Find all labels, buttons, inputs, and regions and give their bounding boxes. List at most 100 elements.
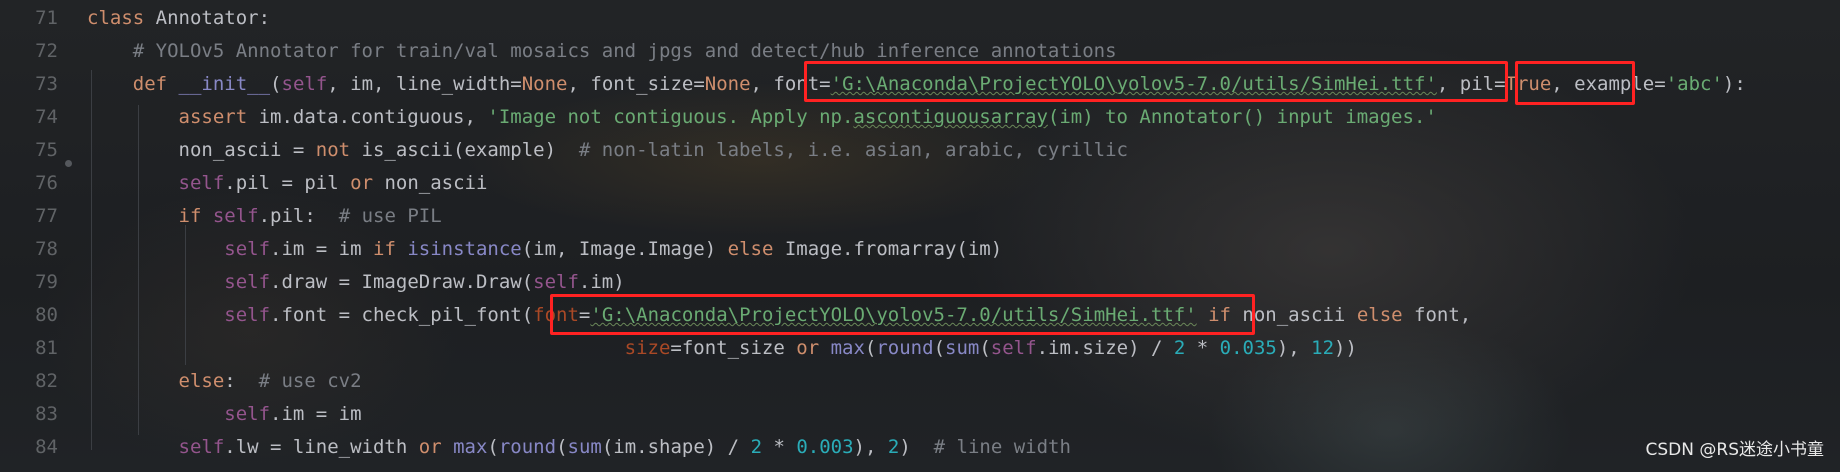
code-token: ( bbox=[556, 436, 568, 458]
code-line[interactable]: 78 self.im = im if isinstance(im, Image.… bbox=[0, 233, 1840, 266]
line-number: 81 bbox=[35, 337, 58, 359]
watermark: CSDN @RS迷途小书童 bbox=[1645, 440, 1824, 460]
code-token: .lw = line_width bbox=[224, 436, 419, 458]
code-token: self bbox=[990, 337, 1037, 359]
code-token: size bbox=[624, 337, 671, 359]
code-token: (im, Image.Image) bbox=[521, 238, 728, 260]
code-token: if bbox=[178, 205, 213, 227]
code-token: or bbox=[418, 436, 454, 458]
code-token: font, bbox=[1414, 304, 1472, 326]
code-text: assert im.data.contiguous, 'Image not co… bbox=[87, 101, 1437, 134]
code-line[interactable]: 74 assert im.data.contiguous, 'Image not… bbox=[0, 101, 1840, 134]
line-number: 82 bbox=[35, 370, 58, 392]
indent-guide bbox=[185, 225, 186, 365]
code-text: class Annotator: bbox=[87, 2, 270, 35]
highlight-box-font-default bbox=[804, 61, 1508, 102]
indent-guide bbox=[138, 105, 139, 435]
code-line[interactable]: 77 if self.pil: # use PIL bbox=[0, 200, 1840, 233]
line-number: 78 bbox=[35, 238, 58, 260]
code-text: self.im = im if isinstance(im, Image.Ima… bbox=[87, 233, 1002, 266]
line-number: 74 bbox=[35, 106, 58, 128]
indent-guide bbox=[91, 70, 92, 450]
code-line[interactable]: 83 self.im = im bbox=[0, 398, 1840, 431]
code-token: assert bbox=[178, 106, 259, 128]
line-number: 79 bbox=[35, 271, 58, 293]
code-token: (im) to Annotator() input images.' bbox=[1047, 106, 1437, 128]
code-token: ) bbox=[899, 436, 934, 458]
code-token: 2 bbox=[887, 436, 900, 458]
code-token: self bbox=[224, 304, 271, 326]
code-token: self bbox=[224, 238, 271, 260]
code-token: # use cv2 bbox=[258, 370, 362, 392]
code-line[interactable]: 84 self.lw = line_width or max(round(sum… bbox=[0, 431, 1840, 464]
code-token: class bbox=[87, 7, 156, 29]
code-token: isinstance bbox=[407, 238, 522, 260]
code-token: 'Image not contiguous. Apply np. bbox=[487, 106, 854, 128]
code-token: )) bbox=[1334, 337, 1357, 359]
highlight-box-pil-default bbox=[1515, 61, 1635, 105]
code-line[interactable]: 76 self.pil = pil or non_ascii bbox=[0, 167, 1840, 200]
code-token: # use PIL bbox=[338, 205, 442, 227]
code-token: * bbox=[762, 436, 797, 458]
code-token: None bbox=[704, 73, 751, 95]
line-number: 75 bbox=[35, 139, 58, 161]
code-token: non_ascii bbox=[1242, 304, 1357, 326]
code-token: 2 bbox=[750, 436, 763, 458]
code-token: round bbox=[498, 436, 557, 458]
code-token: (im.shape) / bbox=[601, 436, 751, 458]
code-text: else: # use cv2 bbox=[87, 365, 362, 398]
code-line[interactable]: 71 class Annotator: bbox=[0, 2, 1840, 35]
code-text: self.im = im bbox=[87, 398, 362, 431]
code-token: : bbox=[224, 370, 259, 392]
code-token: .font = check_pil_font( bbox=[270, 304, 534, 326]
code-token: __init__ bbox=[178, 73, 271, 95]
code-token: else bbox=[727, 238, 785, 260]
code-token: round bbox=[876, 337, 934, 359]
code-token: self bbox=[224, 271, 271, 293]
code-token: non_ascii = bbox=[87, 139, 316, 161]
code-token: ascontiguousarray bbox=[853, 106, 1048, 128]
code-editor[interactable]: 71 class Annotator: 72 # YOLOv5 Annotator … bbox=[0, 0, 1840, 472]
code-token: else bbox=[178, 370, 225, 392]
code-token: 0.003 bbox=[796, 436, 854, 458]
code-token: else bbox=[1356, 304, 1415, 326]
code-token: .im.size) / bbox=[1036, 337, 1174, 359]
code-text: size=font_size or max(round(sum(self.im.… bbox=[87, 332, 1357, 365]
code-token: ( bbox=[487, 436, 499, 458]
code-token: sum bbox=[567, 436, 602, 458]
code-token: .im = im bbox=[270, 403, 362, 425]
code-token: .im) bbox=[578, 271, 625, 293]
line-number: 71 bbox=[35, 7, 58, 29]
code-token: .draw = ImageDraw.Draw( bbox=[270, 271, 534, 293]
code-token: ): bbox=[1722, 73, 1746, 95]
code-token: self bbox=[224, 403, 271, 425]
code-token: self bbox=[178, 172, 225, 194]
code-line[interactable]: 82 else: # use cv2 bbox=[0, 365, 1840, 398]
code-token: sum bbox=[945, 337, 980, 359]
code-token: # YOLOv5 Annotator for train/val mosaics… bbox=[132, 40, 1117, 62]
code-line[interactable]: 81 size=font_size or max(round(sum(self.… bbox=[0, 332, 1840, 365]
code-token: # non-latin labels, i.e. asian, arabic, … bbox=[578, 139, 1128, 161]
code-text: self.draw = ImageDraw.Draw(self.im) bbox=[87, 266, 625, 299]
code-line[interactable]: 75 non_ascii = not is_ascii(example) # n… bbox=[0, 134, 1840, 167]
code-token: ( bbox=[864, 337, 877, 359]
line-number: 83 bbox=[35, 403, 58, 425]
code-token: not bbox=[315, 139, 362, 161]
code-token: * bbox=[1185, 337, 1220, 359]
code-token: if bbox=[373, 238, 408, 260]
code-token: .im = im bbox=[270, 238, 373, 260]
code-text: if self.pil: # use PIL bbox=[87, 200, 442, 233]
code-token: def bbox=[132, 73, 179, 95]
code-token: is_ascii(example) bbox=[361, 139, 579, 161]
code-token: 2 bbox=[1173, 337, 1186, 359]
line-number: 84 bbox=[35, 436, 58, 458]
line-number: 80 bbox=[35, 304, 58, 326]
